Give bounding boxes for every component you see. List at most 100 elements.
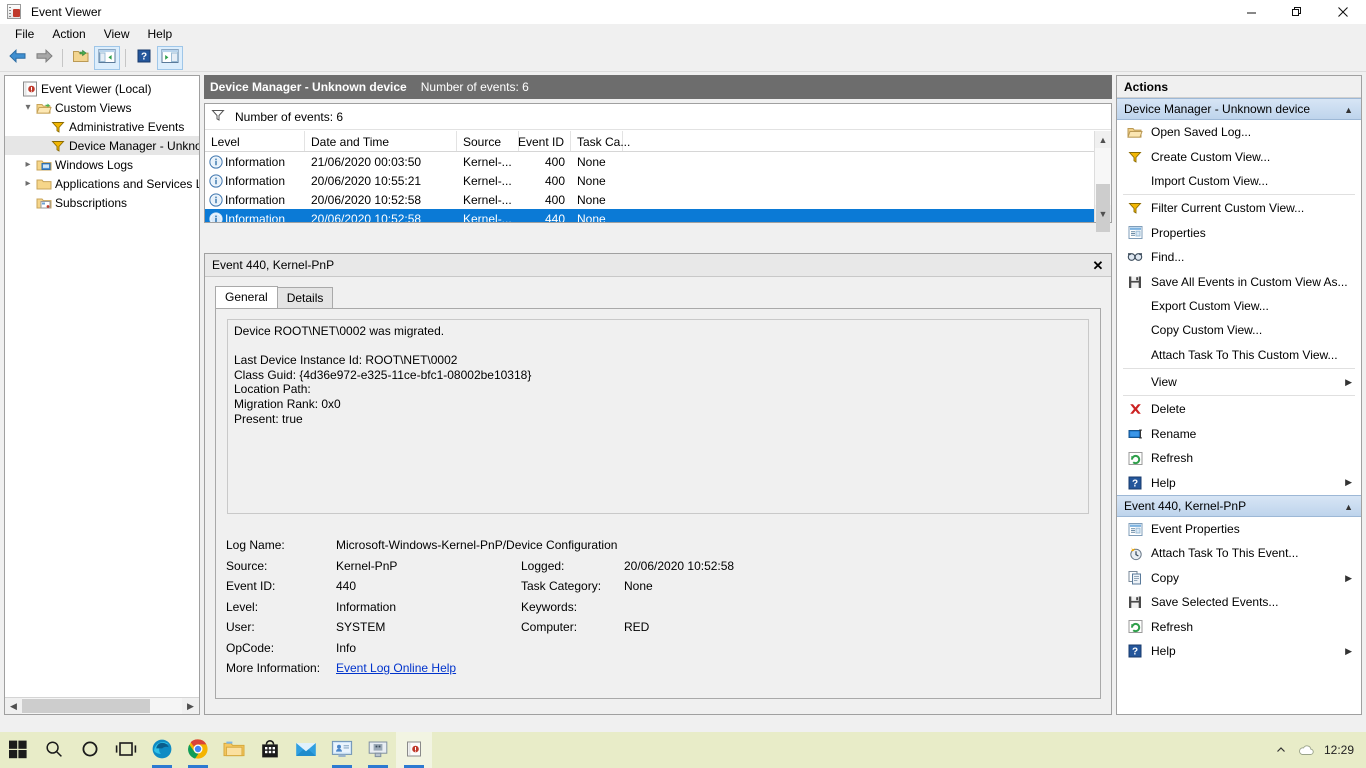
tree-item-windows-logs[interactable]: ▸ Windows Logs — [5, 155, 199, 174]
scroll-right-button[interactable]: ▶ — [182, 698, 199, 714]
column-header-task-ca[interactable]: Task Ca... — [571, 131, 630, 151]
tab-general[interactable]: General — [215, 286, 278, 308]
start-button[interactable] — [0, 732, 36, 768]
action-item-save-all-events-in-custom-view-as[interactable]: Save All Events in Custom View As... — [1117, 269, 1361, 293]
chevron-up-icon[interactable]: ▲ — [1344, 105, 1353, 115]
onedrive-icon[interactable] — [1294, 732, 1320, 768]
menu-item-file[interactable]: File — [6, 25, 43, 43]
tree-twisty[interactable]: ▾ — [21, 102, 35, 113]
action-item-help[interactable]: ? Help ▶ — [1117, 470, 1361, 494]
event-log-online-help-link[interactable]: Event Log Online Help — [336, 661, 456, 675]
folder-open-icon — [35, 100, 53, 116]
task-category-label: Task Category: — [521, 579, 602, 594]
file-explorer-icon — [223, 739, 245, 762]
source-label: Source: — [226, 558, 268, 573]
tree-hscroll-track[interactable] — [22, 698, 182, 714]
tree-twisty[interactable]: ▸ — [21, 178, 35, 189]
actions-group-header[interactable]: Device Manager - Unknown device ▲ — [1117, 98, 1361, 120]
submenu-arrow-icon[interactable]: ▶ — [1345, 573, 1352, 584]
tab-details[interactable]: Details — [276, 287, 334, 308]
action-item-create-custom-view[interactable]: Create Custom View... — [1117, 144, 1361, 168]
taskbar-event-viewer[interactable] — [396, 732, 432, 768]
tree-item-subscriptions[interactable]: Subscriptions — [5, 193, 199, 212]
column-header-date-and-time[interactable]: Date and Time — [305, 131, 457, 151]
event-row[interactable]: Information 21/06/2020 00:03:50 Kernel-...… — [205, 152, 1094, 171]
submenu-arrow-icon[interactable]: ▶ — [1345, 646, 1352, 657]
scroll-down-button[interactable]: ▼ — [1095, 205, 1111, 222]
taskbar-clock[interactable]: 12:29 — [1320, 743, 1366, 757]
taskbar-edge[interactable] — [144, 732, 180, 768]
tree-item-device-manager-unkno[interactable]: Device Manager - Unkno — [5, 136, 199, 155]
tree-hscroll-thumb[interactable] — [22, 699, 150, 713]
help-button[interactable]: ? — [131, 46, 157, 70]
taskbar-device-manager[interactable] — [360, 732, 396, 768]
chevron-up-icon[interactable] — [1268, 732, 1294, 768]
cortana-button[interactable] — [72, 732, 108, 768]
tree-horizontal-scrollbar[interactable]: ◀ ▶ — [5, 697, 199, 714]
search-button[interactable] — [36, 732, 72, 768]
events-vertical-scrollbar[interactable]: ▲ ▼ — [1094, 131, 1111, 232]
tree-item-custom-views[interactable]: ▾ Custom Views — [5, 98, 199, 117]
taskbar-remote-desktop[interactable] — [324, 732, 360, 768]
event-row[interactable]: Information 20/06/2020 10:55:21 Kernel-...… — [205, 171, 1094, 190]
back-button[interactable] — [5, 46, 31, 70]
action-item-filter-current-custom-view[interactable]: Filter Current Custom View... — [1117, 196, 1361, 220]
actions-group-header[interactable]: Event 440, Kernel-PnP ▲ — [1117, 494, 1361, 517]
action-item-event-properties[interactable]: Event Properties — [1117, 517, 1361, 541]
action-item-label: Filter Current Custom View... — [1151, 201, 1305, 216]
menu-item-view[interactable]: View — [95, 25, 139, 43]
taskbar-mail[interactable] — [288, 732, 324, 768]
menu-item-action[interactable]: Action — [43, 25, 94, 43]
tree-item-event-viewer-local[interactable]: Event Viewer (Local) — [5, 79, 199, 98]
forward-button[interactable] — [31, 46, 57, 70]
column-header-source[interactable]: Source — [457, 131, 519, 151]
task-view-button[interactable] — [108, 732, 144, 768]
action-item-delete[interactable]: Delete — [1117, 397, 1361, 421]
center-pane: Device Manager - Unknown device Number o… — [204, 75, 1112, 715]
close-button[interactable] — [1320, 0, 1366, 24]
event-row[interactable]: Information 20/06/2020 10:52:58 Kernel-...… — [205, 190, 1094, 209]
scroll-left-button[interactable]: ◀ — [5, 698, 22, 714]
action-item-refresh[interactable]: Refresh — [1117, 614, 1361, 638]
tree-item-label: Administrative Events — [69, 119, 185, 134]
taskbar-chrome[interactable] — [180, 732, 216, 768]
action-item-properties[interactable]: Properties — [1117, 221, 1361, 245]
chevron-up-icon[interactable]: ▲ — [1344, 502, 1353, 512]
action-item-attach-task-to-this-event[interactable]: Attach Task To This Event... — [1117, 541, 1361, 565]
menu-item-help[interactable]: Help — [139, 25, 182, 43]
tree-twisty[interactable]: ▸ — [21, 159, 35, 170]
tree-item-applications-and-services-lo[interactable]: ▸ Applications and Services Lo — [5, 174, 199, 193]
action-item-find[interactable]: Find... — [1117, 245, 1361, 269]
column-header-level[interactable]: Level — [205, 131, 305, 151]
svg-text:?: ? — [141, 52, 147, 63]
action-item-view[interactable]: View ▶ — [1117, 370, 1361, 394]
action-item-save-selected-events[interactable]: Save Selected Events... — [1117, 590, 1361, 614]
action-item-export-custom-view[interactable]: Export Custom View... — [1117, 294, 1361, 318]
restore-button[interactable] — [1274, 0, 1320, 24]
action-item-copy[interactable]: Copy ▶ — [1117, 566, 1361, 590]
action-item-import-custom-view[interactable]: Import Custom View... — [1117, 169, 1361, 193]
events-vscroll-track[interactable] — [1095, 148, 1111, 232]
action-item-attach-task-to-this-custom-view[interactable]: Attach Task To This Custom View... — [1117, 343, 1361, 367]
taskbar-file-explorer[interactable] — [216, 732, 252, 768]
up-folder-button[interactable] — [68, 46, 94, 70]
column-header-event-id[interactable]: Event ID — [518, 131, 571, 151]
event-datetime: 20/06/2020 10:52:58 — [311, 211, 422, 223]
action-item-copy-custom-view[interactable]: Copy Custom View... — [1117, 318, 1361, 342]
tree-item-administrative-events[interactable]: Administrative Events — [5, 117, 199, 136]
actions-separator — [1123, 367, 1355, 369]
close-icon[interactable]: ✕ — [1089, 257, 1107, 274]
event-message-text: Device ROOT\NET\0002 was migrated. Last … — [227, 319, 1089, 514]
event-row[interactable]: Information 20/06/2020 10:52:58 Kernel-...… — [205, 209, 1094, 222]
scroll-up-button[interactable]: ▲ — [1095, 131, 1111, 148]
show-hide-action-pane-button[interactable] — [157, 45, 183, 70]
taskbar-microsoft-store[interactable] — [252, 732, 288, 768]
minimize-button[interactable] — [1228, 0, 1274, 24]
submenu-arrow-icon[interactable]: ▶ — [1345, 377, 1352, 388]
show-hide-console-tree-button[interactable] — [94, 45, 120, 70]
submenu-arrow-icon[interactable]: ▶ — [1345, 477, 1352, 488]
action-item-open-saved-log[interactable]: Open Saved Log... — [1117, 120, 1361, 144]
action-item-rename[interactable]: Rename — [1117, 422, 1361, 446]
action-item-refresh[interactable]: Refresh — [1117, 446, 1361, 470]
action-item-help[interactable]: ? Help ▶ — [1117, 639, 1361, 663]
